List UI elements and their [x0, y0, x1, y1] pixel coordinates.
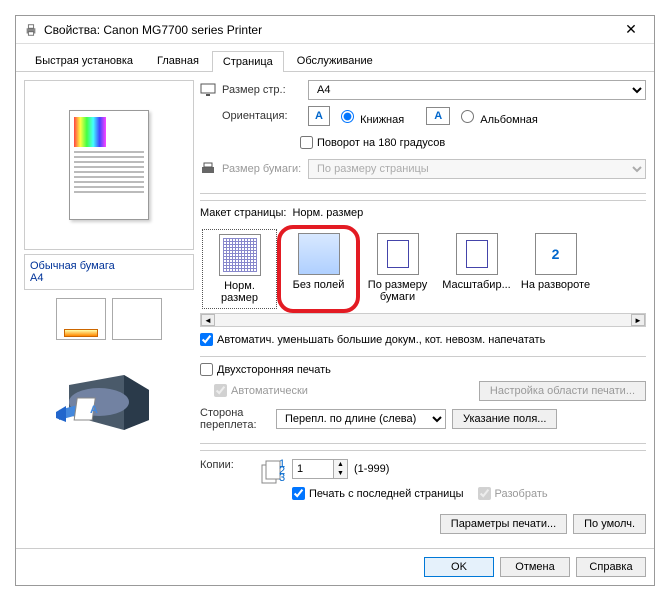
- paper-size-label: Размер бумаги:: [222, 163, 302, 175]
- copies-range: (1-999): [354, 463, 389, 475]
- layout-borderless[interactable]: Без полей: [281, 229, 356, 309]
- tab-page[interactable]: Страница: [212, 51, 284, 72]
- paper-type-label: Обычная бумага: [30, 260, 188, 272]
- orientation-landscape[interactable]: Альбомная: [456, 107, 538, 126]
- svg-text:3: 3: [279, 472, 285, 484]
- layout-scrollbar[interactable]: ◄ ►: [200, 313, 646, 327]
- copies-up[interactable]: ▲: [333, 460, 347, 469]
- layout-spread-icon: 2: [535, 233, 577, 275]
- tab-main[interactable]: Главная: [146, 50, 210, 71]
- dialog-window: Свойства: Canon MG7700 series Printer ✕ …: [15, 15, 655, 586]
- titlebar: Свойства: Canon MG7700 series Printer ✕: [16, 16, 654, 44]
- paper-info: Обычная бумага A4: [24, 254, 194, 290]
- page-preview: [24, 80, 194, 250]
- duplex-auto-checkbox: Автоматически: [214, 384, 308, 397]
- layout-borderless-icon: [298, 233, 340, 275]
- reverse-order-checkbox[interactable]: Печать с последней страницы: [292, 487, 464, 500]
- tab-quick-setup[interactable]: Быстрая установка: [24, 50, 144, 71]
- rotate-180-checkbox[interactable]: Поворот на 180 градусов: [300, 136, 445, 149]
- copies-label: Копии:: [200, 459, 250, 471]
- collate-checkbox: Разобрать: [478, 487, 548, 500]
- defaults-button[interactable]: По умолч.: [573, 514, 646, 534]
- right-panel: Размер стр.: A4 Ориентация: A Книжная A …: [200, 80, 646, 540]
- tab-bar: Быстрая установка Главная Страница Обслу…: [16, 44, 654, 72]
- left-panel: Обычная бумага A4 A: [24, 80, 194, 540]
- dialog-footer: OK Отмена Справка: [16, 548, 654, 585]
- page-size-label: Размер стр.:: [222, 84, 302, 96]
- binding-select[interactable]: Перепл. по длине (слева): [276, 409, 446, 429]
- print-area-button: Настройка области печати...: [479, 381, 646, 401]
- layout-normal-icon: [219, 234, 261, 276]
- auto-shrink-checkbox[interactable]: Автоматич. уменьшать большие докум., кот…: [200, 333, 646, 346]
- svg-text:A: A: [90, 404, 98, 416]
- layout-scale-icon: [456, 233, 498, 275]
- layout-section: Макет страницы: Норм. размер Норм. разме…: [200, 200, 646, 357]
- rainbow-swatch: [74, 117, 106, 147]
- layout-spread[interactable]: 2 На развороте: [518, 229, 593, 309]
- paper-size-label: A4: [30, 272, 188, 284]
- media-thumb-color[interactable]: [56, 298, 106, 340]
- print-params-button[interactable]: Параметры печати...: [440, 514, 567, 534]
- copies-input[interactable]: [293, 460, 333, 478]
- layout-fit[interactable]: По размеру бумаги: [360, 229, 435, 309]
- close-button[interactable]: ✕: [616, 21, 646, 38]
- cancel-button[interactable]: Отмена: [500, 557, 570, 577]
- copies-icon: 123: [256, 459, 286, 487]
- printer-small-icon: [200, 162, 216, 176]
- binding-label: Сторона переплета:: [200, 407, 270, 431]
- layout-items: Норм. размер Без полей По размеру бумаги…: [200, 225, 646, 313]
- layout-fit-icon: [377, 233, 419, 275]
- monitor-icon: [200, 83, 216, 97]
- layout-label: Макет страницы:: [200, 207, 286, 219]
- scroll-left-arrow[interactable]: ◄: [201, 314, 215, 326]
- layout-normal[interactable]: Норм. размер: [202, 229, 277, 309]
- orientation-portrait[interactable]: Книжная: [336, 107, 404, 126]
- copies-down[interactable]: ▼: [333, 469, 347, 478]
- duplex-checkbox[interactable]: Двухсторонняя печать: [200, 363, 646, 376]
- tab-maintenance[interactable]: Обслуживание: [286, 50, 384, 71]
- scroll-right-arrow[interactable]: ►: [631, 314, 645, 326]
- printer-icon: [24, 23, 38, 37]
- window-title: Свойства: Canon MG7700 series Printer: [44, 23, 616, 37]
- portrait-icon: A: [308, 106, 330, 126]
- page-thumb: [69, 110, 149, 220]
- printer-illustration: A: [24, 350, 194, 440]
- margin-button[interactable]: Указание поля...: [452, 409, 557, 429]
- paper-size-select: По размеру страницы: [308, 159, 646, 179]
- layout-scale[interactable]: Масштабир...: [439, 229, 514, 309]
- media-thumb-plain[interactable]: [112, 298, 162, 340]
- help-button[interactable]: Справка: [576, 557, 646, 577]
- ok-button[interactable]: OK: [424, 557, 494, 577]
- landscape-icon: A: [426, 107, 450, 125]
- media-thumbs: [24, 298, 194, 340]
- content-area: Обычная бумага A4 A: [16, 72, 654, 548]
- page-size-select[interactable]: A4: [308, 80, 646, 100]
- copies-spinner[interactable]: ▲▼: [292, 459, 348, 479]
- orientation-label: Ориентация:: [222, 110, 302, 122]
- layout-current: Норм. размер: [292, 207, 363, 219]
